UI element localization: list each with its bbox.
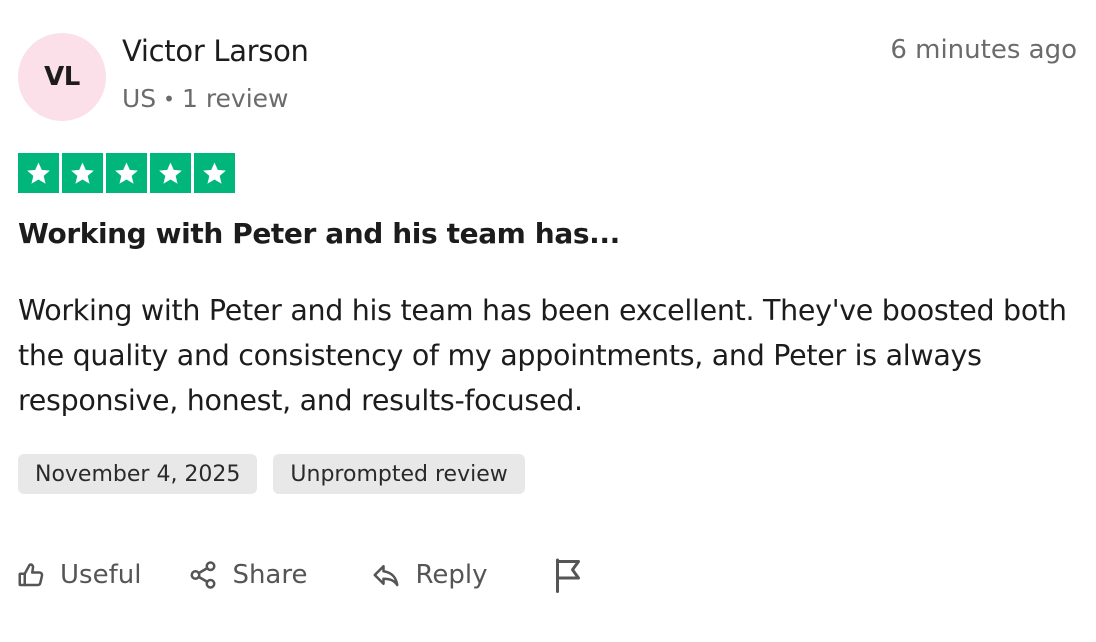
review-actions: Useful Share Reply xyxy=(16,553,583,597)
reviewer-meta: US • 1 review xyxy=(122,84,289,113)
reply-button[interactable]: Reply xyxy=(371,560,487,590)
reviewer-name[interactable]: Victor Larson xyxy=(122,34,309,68)
useful-label: Useful xyxy=(60,560,142,590)
star-icon xyxy=(150,153,191,193)
meta-separator: • xyxy=(163,86,175,111)
avatar-initials: VL xyxy=(44,62,80,92)
star-icon xyxy=(106,153,147,193)
review-title[interactable]: Working with Peter and his team has... xyxy=(18,217,620,250)
review-tags: November 4, 2025 Unprompted review xyxy=(18,454,525,494)
review-body: Working with Peter and his team has been… xyxy=(18,294,1067,417)
report-button[interactable] xyxy=(553,557,583,593)
share-label: Share xyxy=(232,560,308,590)
flag-icon xyxy=(556,558,581,593)
reply-icon xyxy=(373,565,399,587)
unprompted-review-tag[interactable]: Unprompted review xyxy=(273,454,525,494)
review-timestamp: 6 minutes ago xyxy=(890,35,1077,65)
reviewer-country: US xyxy=(122,84,157,113)
thumbs-up-icon xyxy=(18,563,44,587)
share-button[interactable]: Share xyxy=(188,560,307,590)
share-icon xyxy=(190,561,216,589)
reviewer-review-count: 1 review xyxy=(181,84,289,113)
avatar[interactable]: VL xyxy=(18,33,106,121)
reply-label: Reply xyxy=(415,560,488,590)
star-icon xyxy=(194,153,235,193)
star-rating xyxy=(18,153,235,193)
useful-button[interactable]: Useful xyxy=(16,560,141,590)
star-icon xyxy=(18,153,59,193)
star-icon xyxy=(62,153,103,193)
date-of-experience-tag: November 4, 2025 xyxy=(18,454,258,494)
